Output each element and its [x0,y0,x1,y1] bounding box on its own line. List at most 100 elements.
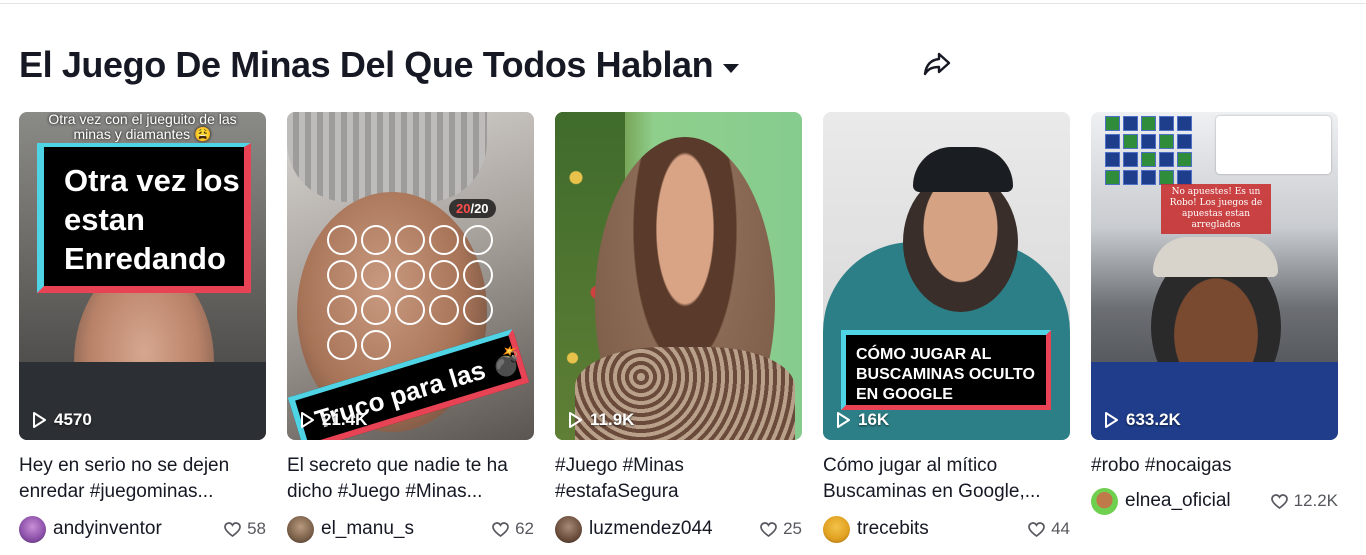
like-count: 25 [760,519,802,539]
video-card[interactable]: 11.9K #Juego #Minas #estafaSegura luzmen… [555,112,802,543]
overlay-title: CÓMO JUGAR AL BUSCAMINAS OCULTO EN GOOGL… [841,330,1051,410]
mine-circle [463,295,493,325]
video-caption[interactable]: El secreto que nadie te ha dicho #Juego … [287,453,534,505]
avatar [19,515,46,543]
overlay-title: No apuestes! Es un Robo! Los juegos de a… [1161,184,1271,234]
mine-circle [395,225,425,255]
mine-grid-cell [1159,116,1174,131]
mine-grid-cell [1105,152,1120,167]
collection-header: El Juego De Minas Del Que Todos Hablan [19,40,740,90]
mine-circle [429,295,459,325]
view-count: 16K [836,410,889,430]
mine-grid-cell [1105,134,1120,149]
share-button[interactable] [920,47,954,81]
author-name: trecebits [857,518,929,539]
like-count-value: 44 [1051,519,1070,538]
counter-badge: 20/20 [449,199,496,218]
avatar [287,515,314,543]
mine-grid-cell [1141,152,1156,167]
view-count-value: 11.9K [590,410,635,429]
video-caption[interactable]: #robo #nocaigas [1091,453,1338,479]
author-name: elnea_oficial [1125,490,1231,511]
heart-icon [1270,493,1288,509]
mine-grid-cell [1177,152,1192,167]
view-count-value: 16K [858,410,890,429]
mine-circle [327,295,357,325]
author-link[interactable]: trecebits [823,515,929,543]
page-title: El Juego De Minas Del Que Todos Hablan [19,44,714,85]
like-count-value: 25 [783,519,802,538]
play-icon [569,412,582,428]
author-name: luzmendez044 [589,518,713,539]
mine-circle [327,260,357,290]
video-thumbnail[interactable]: 20/20 Truco para las 💣 21.4K [287,112,534,440]
mine-grid-cell [1177,134,1192,149]
video-card[interactable]: No apuestes! Es un Robo! Los juegos de a… [1091,112,1338,543]
play-icon [301,412,314,428]
like-count-value: 12.2K [1293,491,1338,510]
mine-grid-cell [1177,116,1192,131]
video-caption[interactable]: Hey en serio no se dejen enredar #juegom… [19,453,266,505]
mine-grid-cell [1159,134,1174,149]
like-count: 12.2K [1270,491,1338,511]
mine-grid-cell [1123,170,1138,185]
mine-circle [361,260,391,290]
avatar [1091,487,1118,515]
mine-grid-cell [1159,170,1174,185]
top-divider [0,3,1366,4]
video-thumbnail[interactable]: No apuestes! Es un Robo! Los juegos de a… [1091,112,1338,440]
mine-circle [327,225,357,255]
author-name: el_manu_s [321,518,414,539]
view-count: 4570 [32,410,92,430]
author-link[interactable]: luzmendez044 [555,515,713,543]
video-caption[interactable]: Cómo jugar al mítico Buscaminas en Googl… [823,453,1070,505]
mine-grid-cell [1105,170,1120,185]
view-count: 21.4K [300,410,367,430]
view-count: 11.9K [568,410,634,430]
view-count: 633.2K [1104,410,1181,430]
view-count-value: 633.2K [1126,410,1181,429]
author-link[interactable]: elnea_oficial [1091,487,1231,515]
like-count-value: 62 [515,519,534,538]
like-count: 58 [224,519,266,539]
video-thumbnail[interactable]: Otra vez con el jueguito de las minas y … [19,112,266,440]
author-name: andyinventor [53,518,162,539]
mine-circle [395,260,425,290]
mine-circle [463,225,493,255]
share-arrow-icon [923,52,951,76]
mine-circle [429,260,459,290]
mine-grid-cell [1105,116,1120,131]
mine-circle [463,260,493,290]
mine-grid-cell [1123,134,1138,149]
mine-circle [361,225,391,255]
author-link[interactable]: el_manu_s [287,515,414,543]
video-caption[interactable]: #Juego #Minas #estafaSegura [555,453,802,505]
avatar [555,515,582,543]
play-icon [837,412,850,428]
heart-icon [1028,521,1045,537]
video-thumbnail[interactable]: CÓMO JUGAR AL BUSCAMINAS OCULTO EN GOOGL… [823,112,1070,440]
video-thumbnail[interactable]: 11.9K [555,112,802,440]
mine-grid-cell [1159,152,1174,167]
heart-icon [760,521,777,537]
avatar [823,515,850,543]
overlay-title: Otra vez los estan Enredando [37,143,251,293]
mine-grid-cell [1141,134,1156,149]
mine-grid-cell [1177,170,1192,185]
video-grid: Otra vez con el jueguito de las minas y … [19,112,1338,543]
mine-circle [327,330,357,360]
play-icon [1105,412,1118,428]
caret-down-icon[interactable] [723,63,740,73]
video-card[interactable]: CÓMO JUGAR AL BUSCAMINAS OCULTO EN GOOGL… [823,112,1070,543]
like-count: 62 [492,519,534,539]
video-card[interactable]: Otra vez con el jueguito de las minas y … [19,112,266,543]
view-count-value: 21.4K [322,410,368,429]
view-count-value: 4570 [54,410,92,429]
mine-grid-cell [1141,116,1156,131]
heart-icon [224,521,241,537]
video-card[interactable]: 20/20 Truco para las 💣 21.4K El secreto … [287,112,534,543]
like-count-value: 58 [247,519,266,538]
mine-circle [361,295,391,325]
mine-circle [395,295,425,325]
author-link[interactable]: andyinventor [19,515,162,543]
